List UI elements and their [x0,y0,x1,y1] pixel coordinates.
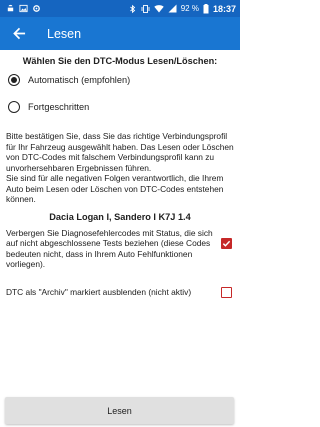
back-button[interactable] [8,23,30,45]
radio-advanced[interactable]: Fortgeschritten [6,94,234,120]
read-button-label: Lesen [107,405,132,416]
vibrate-icon [141,4,150,13]
checkmark-icon [222,240,231,247]
battery-icon [203,3,209,13]
system-icons: 92 % 18:37 [129,3,236,14]
page-title: Lesen [47,26,82,41]
option-hide-archive-label: DTC als "Archiv" markiert ausblenden (ni… [6,286,192,297]
hide-pending-checkbox[interactable] [221,237,232,249]
signal-icon [168,4,177,13]
wifi-icon [154,5,164,13]
warning-text: Bitte bestätigen Sie, dass Sie das richt… [6,131,234,205]
image-icon [19,4,28,13]
notification-icons [6,4,41,13]
vehicle-name: Dacia Logan I, Sandero I K7J 1.4 [49,211,191,222]
dtc-mode-heading: Wählen Sie den DTC-Modus Lesen/Löschen: [22,56,218,66]
app-bar: Lesen [0,17,240,50]
clock: 18:37 [212,3,236,14]
option-hide-pending: Verbergen Sie Diagnosefehlercodes mit St… [6,228,234,270]
bluetooth-icon [129,4,135,13]
arrow-left-icon [12,27,25,40]
radio-advanced-label: Fortgeschritten [28,102,90,112]
option-hide-pending-label: Verbergen Sie Diagnosefehlercodes mit St… [6,227,213,270]
main-content: Wählen Sie den DTC-Modus Lesen/Löschen: … [0,56,240,298]
settings-icon [33,5,40,12]
radio-automatic[interactable]: Automatisch (empfohlen) [6,67,234,93]
hide-archive-checkbox[interactable] [221,286,232,298]
battery-level: 92 % [180,4,199,13]
android-icon [7,4,14,12]
radio-button-selected[interactable] [8,74,20,86]
radio-automatic-label: Automatisch (empfohlen) [28,75,131,85]
read-button[interactable]: Lesen [5,397,234,424]
radio-button-unselected[interactable] [8,101,20,113]
warning-text-content: Bitte bestätigen Sie, dass Sie das richt… [6,131,234,204]
option-hide-archive: DTC als "Archiv" markiert ausblenden (ni… [6,286,234,298]
status-bar: 92 % 18:37 [0,0,240,17]
